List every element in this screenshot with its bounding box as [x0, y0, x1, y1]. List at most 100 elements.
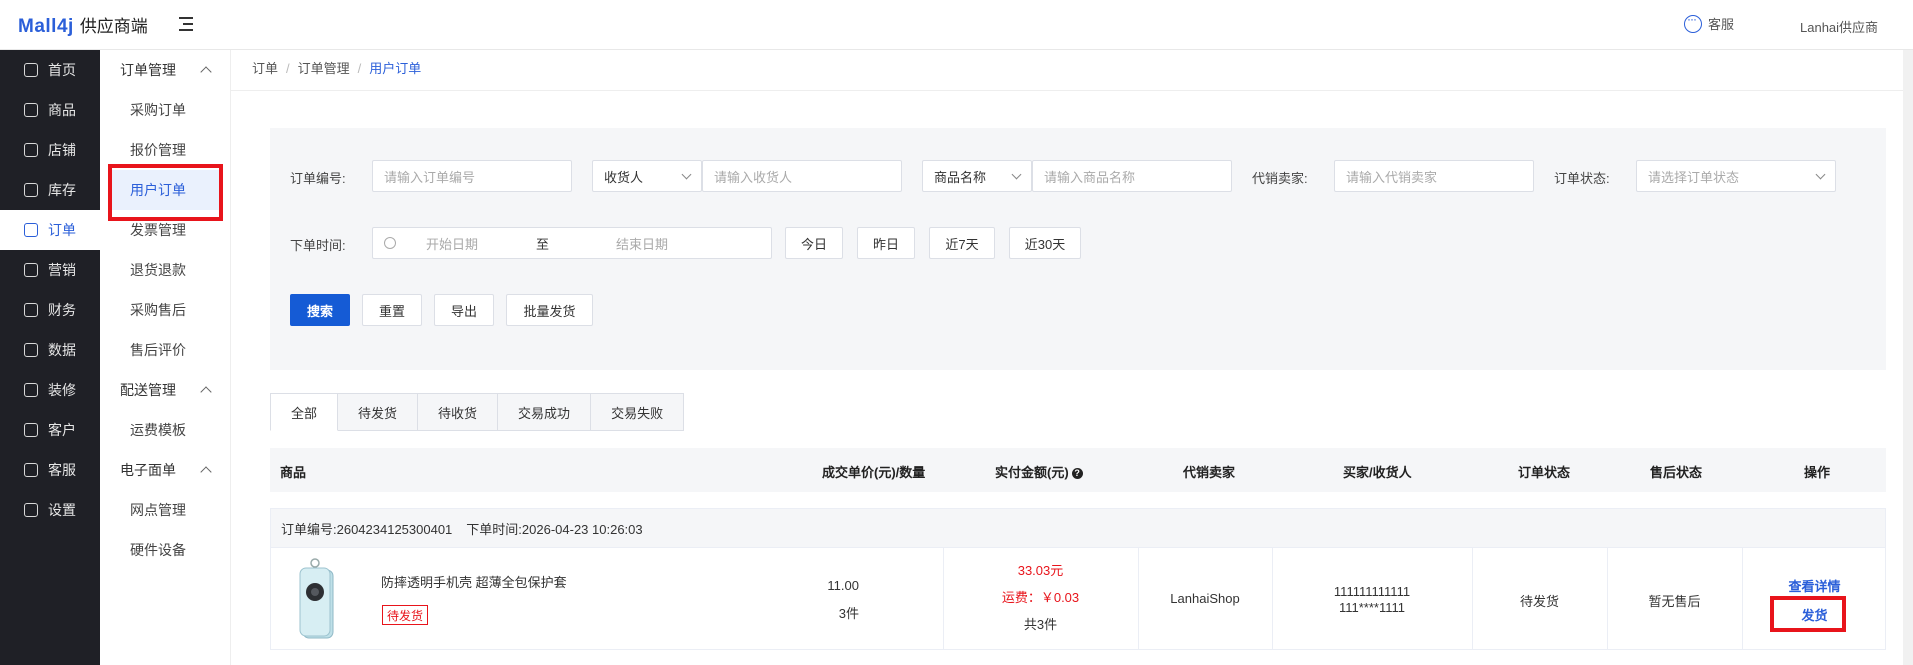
- breadcrumb-order[interactable]: 订单: [252, 61, 278, 76]
- sidebar-item-product[interactable]: 商品: [0, 90, 100, 130]
- order-status-tabs: 全部 待发货 待收货 交易成功 交易失败: [270, 393, 685, 431]
- sidebar-item-label: 客服: [48, 462, 76, 478]
- tab-success[interactable]: 交易成功: [498, 393, 592, 431]
- last-30-days-button[interactable]: 近30天: [1009, 227, 1081, 259]
- divider: [231, 90, 1913, 91]
- menu-toggle-icon[interactable]: [176, 14, 196, 34]
- product-image[interactable]: [294, 558, 344, 642]
- gift-icon: [24, 263, 38, 277]
- header-ops: 操作: [1804, 465, 1831, 480]
- header-product: 商品: [280, 465, 307, 480]
- filter-panel: 订单编号: 请输入订单编号 收货人 请输入收货人 商品名称 请输入商品名称 代销…: [270, 128, 1886, 370]
- highlight-box-ship: [1770, 596, 1846, 632]
- header-seller: 代销卖家: [1183, 465, 1236, 480]
- chevron-down-icon: [1011, 169, 1022, 179]
- subnav-item-review[interactable]: 售后评价: [100, 330, 230, 370]
- subnav-item-freight-template[interactable]: 运费模板: [100, 410, 230, 450]
- tab-pending-receive[interactable]: 待收货: [418, 393, 499, 431]
- breadcrumb-order-management[interactable]: 订单管理: [298, 61, 350, 76]
- brand-name: Mall4j: [18, 16, 74, 37]
- chevron-down-icon: [681, 169, 692, 179]
- reset-button[interactable]: 重置: [362, 294, 422, 326]
- scrollbar[interactable]: [1903, 50, 1913, 665]
- sidebar-item-shop[interactable]: 店铺: [0, 130, 100, 170]
- subnav-group-order-management[interactable]: 订单管理: [100, 50, 230, 90]
- user-menu[interactable]: Lanhai供应商: [1800, 17, 1878, 36]
- subnav-group-e-waybill[interactable]: 电子面单: [100, 450, 230, 490]
- range-separator: 至: [536, 236, 550, 252]
- breadcrumb-separator: /: [357, 61, 362, 76]
- tab-pending-ship[interactable]: 待发货: [338, 393, 419, 431]
- total-items: 共3件: [1023, 617, 1058, 632]
- date-range-picker[interactable]: 开始日期 至 结束日期: [372, 227, 772, 259]
- product-select[interactable]: 商品名称: [922, 160, 1032, 192]
- sidebar-item-inventory[interactable]: 库存: [0, 170, 100, 210]
- sidebar-item-customer[interactable]: 客户: [0, 410, 100, 450]
- subnav-item-refund[interactable]: 退货退款: [100, 250, 230, 290]
- order-time: 下单时间:2026-04-23 10:26:03: [466, 521, 643, 537]
- product-name-input[interactable]: 请输入商品名称: [1032, 160, 1232, 192]
- service-label: 客服: [1708, 17, 1735, 32]
- sidebar-item-decorate[interactable]: 装修: [0, 370, 100, 410]
- search-button[interactable]: 搜索: [290, 294, 350, 326]
- data-icon: [24, 343, 38, 357]
- help-icon[interactable]: ?: [1071, 468, 1083, 479]
- receiver-input[interactable]: 请输入收货人: [702, 160, 902, 192]
- subnav-item-hardware[interactable]: 硬件设备: [100, 530, 230, 570]
- export-button[interactable]: 导出: [434, 294, 494, 326]
- sidebar-item-settings[interactable]: 设置: [0, 490, 100, 530]
- shipping-fee: 运费：￥0.03: [1001, 590, 1080, 605]
- shop-icon: [24, 143, 38, 157]
- today-button[interactable]: 今日: [785, 227, 843, 259]
- subnav-group-label: 电子面单: [120, 462, 176, 478]
- yesterday-button[interactable]: 昨日: [857, 227, 915, 259]
- subnav-item-outlet[interactable]: 网点管理: [100, 490, 230, 530]
- quantity: 3件: [838, 606, 859, 621]
- tab-failed[interactable]: 交易失败: [591, 393, 685, 431]
- status-select[interactable]: 请选择订单状态: [1636, 160, 1836, 192]
- sidebar-item-label: 装修: [48, 382, 76, 398]
- status-badge: 待发货: [382, 605, 429, 625]
- batch-ship-button[interactable]: 批量发货: [506, 294, 593, 326]
- status-label: 订单状态:: [1554, 171, 1610, 186]
- sidebar-item-finance[interactable]: 财务: [0, 290, 100, 330]
- seller-name: LanhaiShop: [1170, 591, 1240, 606]
- subnav-item-purchase-aftersale[interactable]: 采购售后: [100, 290, 230, 330]
- tab-all[interactable]: 全部: [270, 393, 339, 431]
- header-status: 订单状态: [1518, 465, 1571, 480]
- paid-amount: 33.03元: [1017, 563, 1064, 578]
- product-name[interactable]: 防摔透明手机壳 超薄全包保护套: [381, 572, 567, 591]
- sidebar-item-order[interactable]: 订单: [0, 210, 100, 250]
- home-icon: [24, 63, 38, 77]
- order-no-label: 订单编号:: [290, 171, 346, 186]
- buyer-phone: 111****1111: [1338, 600, 1406, 615]
- chat-icon: [1684, 12, 1702, 33]
- subnav-item-purchase-order[interactable]: 采购订单: [100, 90, 230, 130]
- sidebar-item-marketing[interactable]: 营销: [0, 250, 100, 290]
- logo[interactable]: Mall4j 供应商端: [18, 12, 148, 38]
- sidebar-item-data[interactable]: 数据: [0, 330, 100, 370]
- order-time-label: 下单时间:: [290, 238, 346, 253]
- clock-icon: [384, 237, 396, 249]
- sidebar-item-home[interactable]: 首页: [0, 50, 100, 90]
- sidebar-item-service[interactable]: 客服: [0, 450, 100, 490]
- table-row: 防摔透明手机壳 超薄全包保护套 待发货 11.00 3件 33.03元 运费：￥…: [270, 547, 1886, 650]
- status-select-placeholder: 请选择订单状态: [1648, 169, 1740, 185]
- product-icon: [24, 103, 38, 117]
- view-detail-link[interactable]: 查看详情: [1742, 576, 1887, 595]
- order-no-input[interactable]: 请输入订单编号: [372, 160, 572, 192]
- receiver-select[interactable]: 收货人: [592, 160, 702, 192]
- last-7-days-button[interactable]: 近7天: [929, 227, 995, 259]
- order-header-row: 订单编号:2604234125300401 下单时间:2026-04-23 10…: [270, 508, 1886, 548]
- customer-service-button[interactable]: 客服: [1684, 12, 1735, 33]
- table-header: 商品 成交单价(元)/数量 实付金额(元)? 代销卖家 买家/收货人 订单状态 …: [270, 448, 1886, 492]
- breadcrumb-separator: /: [286, 61, 290, 76]
- unit-price: 11.00: [827, 578, 859, 593]
- subnav-group-delivery[interactable]: 配送管理: [100, 370, 230, 410]
- seller-input[interactable]: 请输入代销卖家: [1334, 160, 1534, 192]
- header-paid: 实付金额(元)?: [995, 462, 1083, 481]
- sidebar-item-label: 设置: [48, 502, 76, 518]
- subnav-group-label: 配送管理: [120, 382, 176, 398]
- product-select-value: 商品名称: [934, 169, 987, 185]
- breadcrumb: 订单 / 订单管理 / 用户订单: [252, 58, 421, 77]
